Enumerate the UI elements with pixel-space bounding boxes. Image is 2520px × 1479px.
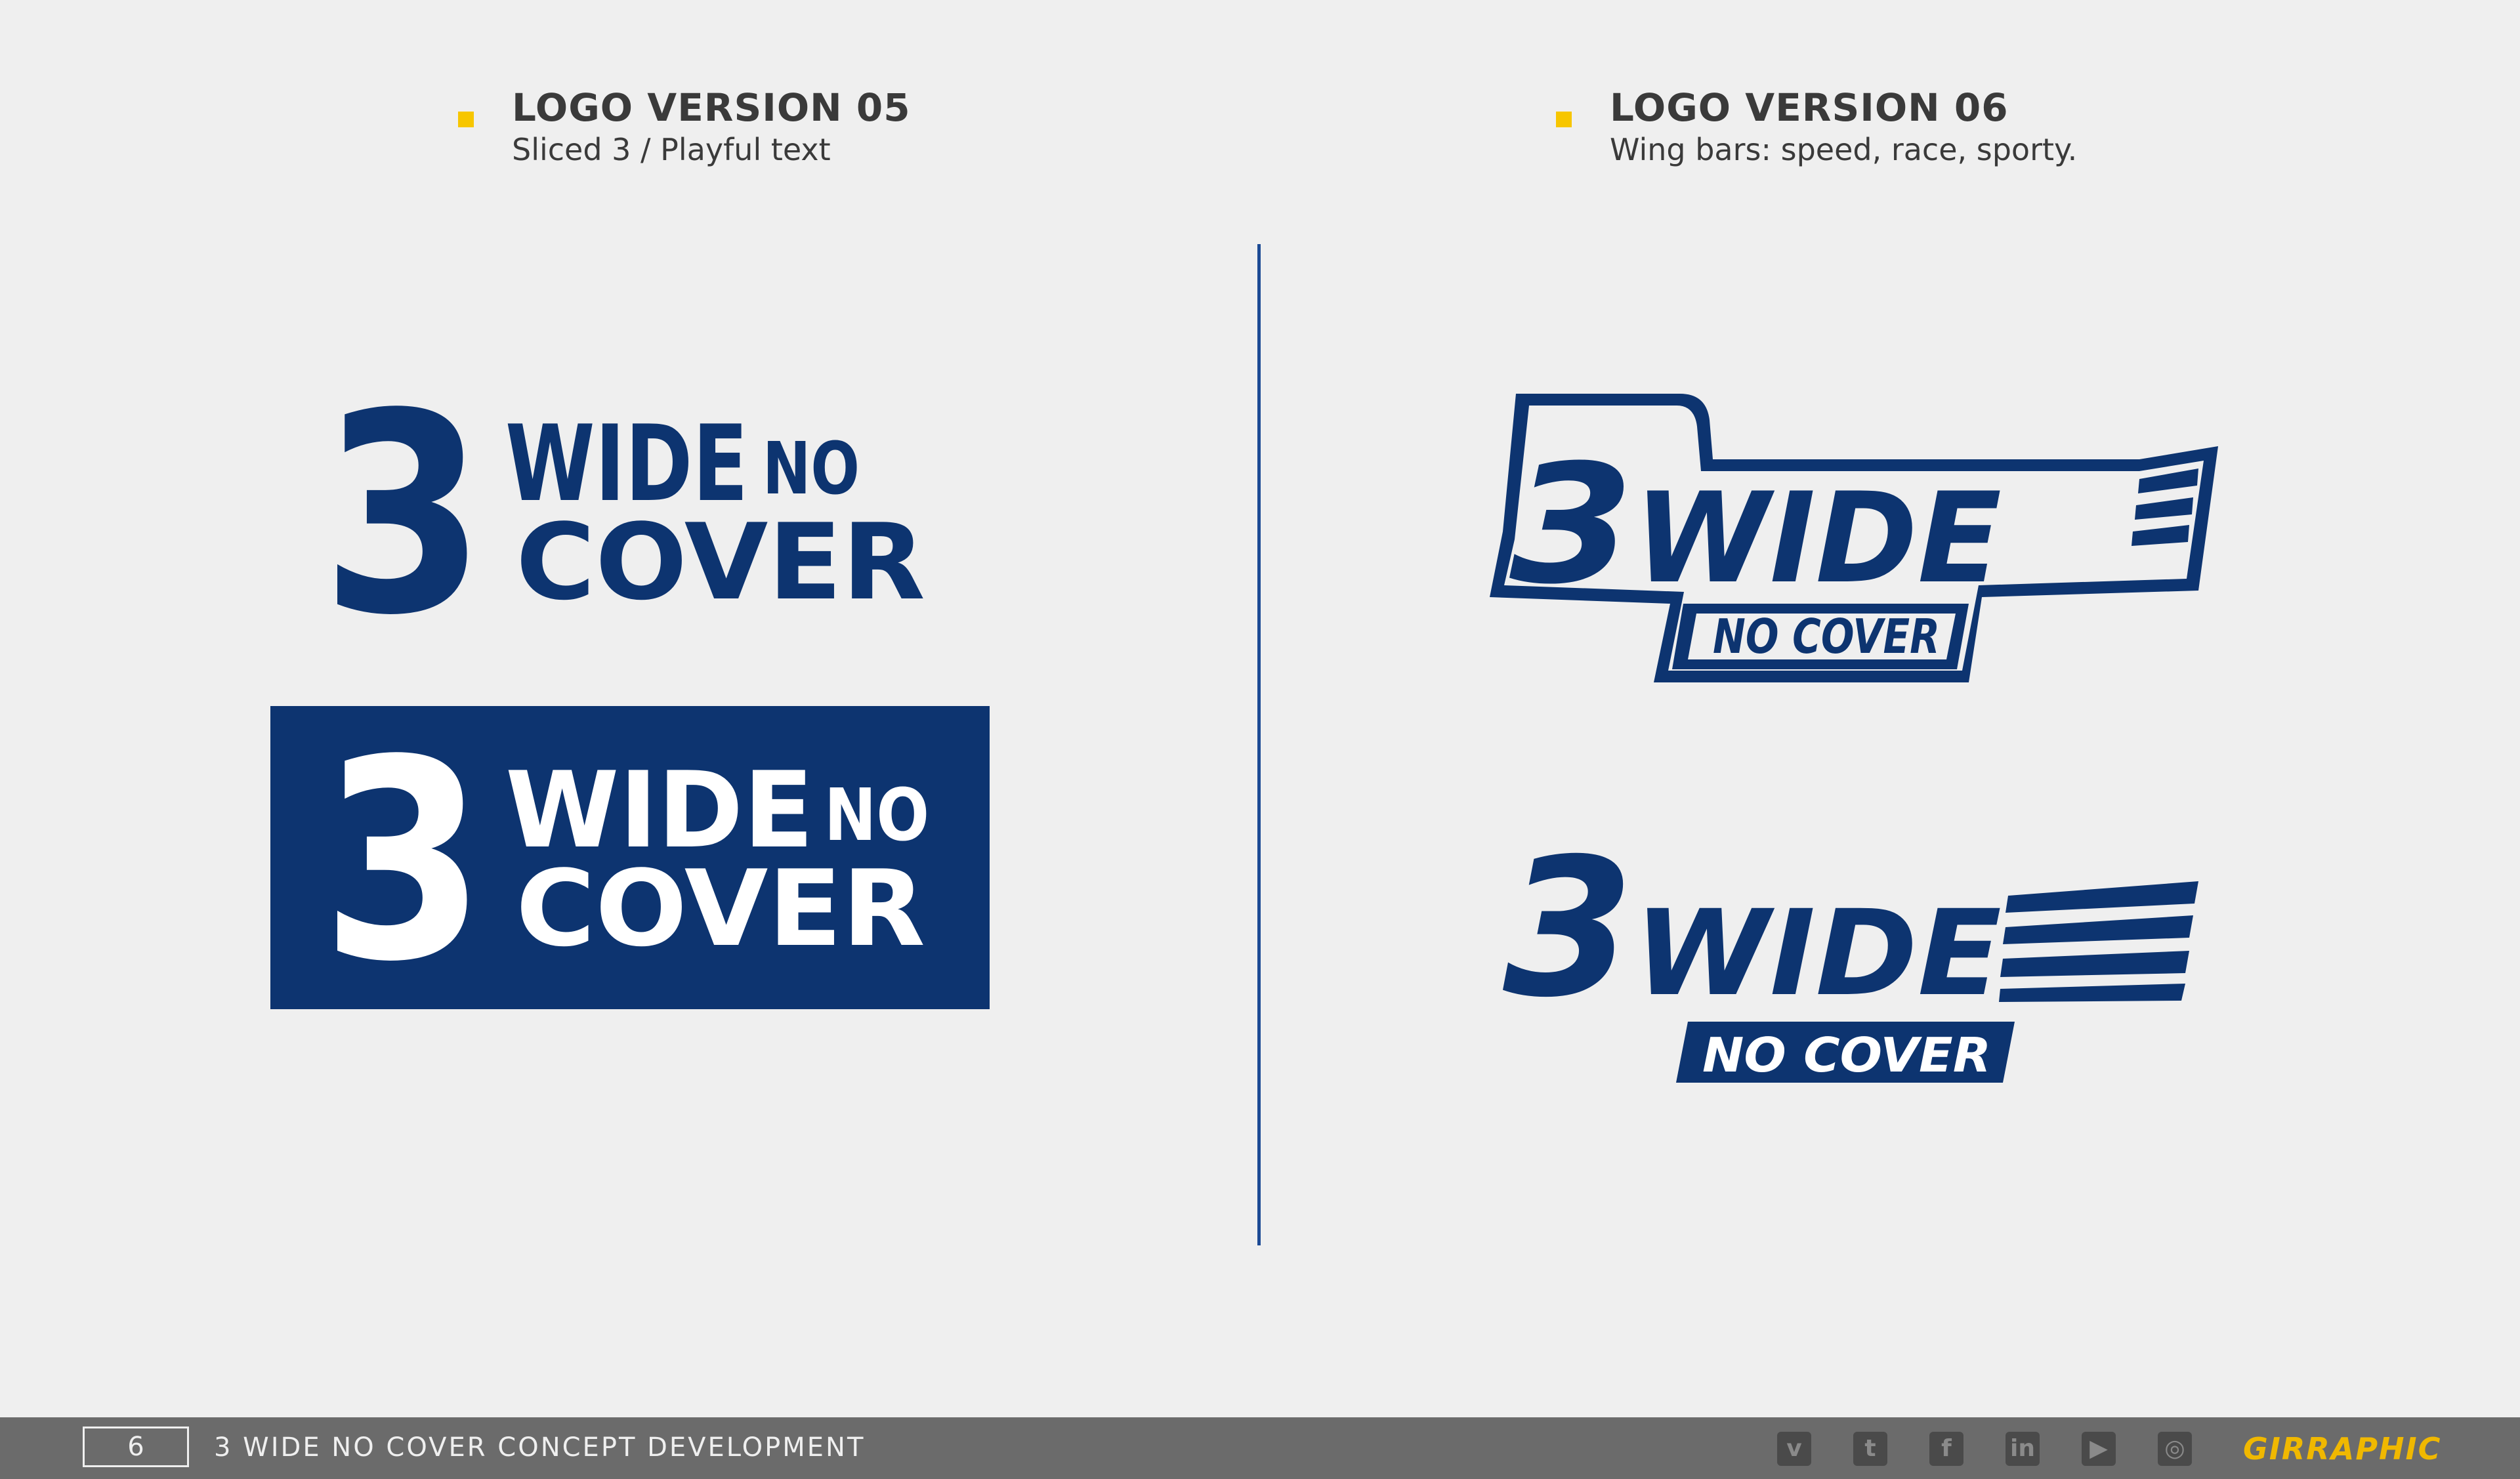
linkedin-icon[interactable]: in	[2006, 1432, 2040, 1466]
youtube-icon[interactable]: ▶	[2082, 1432, 2116, 1466]
logo-06-outlined: 3 WIDE NO COVER	[1490, 394, 2218, 682]
footer-bar: 6 3 WIDE NO COVER CONCEPT DEVELOPMENT v …	[0, 1417, 2520, 1479]
twitter-icon[interactable]: t	[1853, 1432, 1887, 1466]
logo-no: NO	[824, 773, 929, 857]
girraphic-logo: GIRRAPHIC	[2243, 1431, 2442, 1467]
logo-no: NO	[763, 427, 860, 510]
logo-no-cover: NO COVER	[1713, 609, 1940, 664]
logo-numeral: 3	[1509, 429, 1634, 620]
logo-05-navy: 3 WIDE NO COVER	[322, 402, 925, 618]
logo-numeral: 3	[1503, 818, 1634, 1039]
logo-no-cover: NO COVER	[1702, 1028, 1991, 1083]
vertical-divider	[1257, 244, 1261, 1245]
section-subtitle: Sliced 3 / Playful text	[512, 132, 831, 167]
facebook-icon[interactable]: f	[1929, 1432, 1964, 1466]
page-number: 6	[83, 1427, 189, 1467]
section-title: LOGO VERSION 06	[1610, 85, 2009, 130]
logo-numeral: 3	[322, 402, 486, 618]
logo-numeral: 3	[322, 748, 486, 965]
yellow-bullet	[1556, 112, 1572, 127]
logo-cover: COVER	[516, 501, 925, 618]
logo-wide: WIDE	[1634, 885, 2002, 1022]
wing-bars	[2132, 469, 2198, 546]
logo-wide: WIDE	[1634, 466, 2002, 611]
footer-doc-title: 3 WIDE NO COVER CONCEPT DEVELOPMENT	[214, 1432, 866, 1463]
logo-06-solid: 3 WIDE NO COVER	[1503, 818, 2198, 1083]
wing-bars	[1999, 881, 2198, 1002]
logo-05-white: 3 WIDE NO COVER	[322, 748, 929, 965]
section-title: LOGO VERSION 05	[512, 85, 911, 130]
yellow-bullet	[458, 112, 474, 127]
vimeo-icon[interactable]: v	[1777, 1432, 1811, 1466]
logo-cover: COVER	[516, 847, 925, 965]
section-subtitle: Wing bars: speed, race, sporty.	[1610, 132, 2078, 167]
instagram-icon[interactable]: ◎	[2158, 1432, 2192, 1466]
